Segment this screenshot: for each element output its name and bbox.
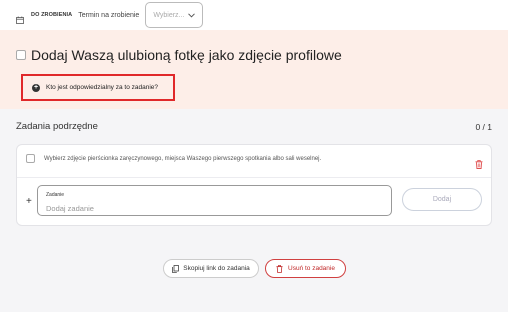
copy-link-button[interactable]: Skopiuj link do zadania xyxy=(163,259,259,278)
plus-circle-icon: + xyxy=(32,83,40,92)
add-subtask-button[interactable]: Dodaj xyxy=(402,188,482,211)
task-title: Dodaj Waszą ulubioną fotkę jako zdjęcie … xyxy=(31,47,342,63)
copy-icon xyxy=(172,264,180,273)
status-label: DO ZROBIENIA xyxy=(31,12,73,18)
subtasks-card: Wybierz zdjęcie pierścionka zaręczynoweg… xyxy=(16,144,492,226)
new-subtask-label: Zadanie xyxy=(46,192,65,198)
delete-task-button[interactable]: Usuń to zadanie xyxy=(265,259,346,278)
delete-task-label: Usuń to zadanie xyxy=(288,265,335,272)
trash-icon[interactable] xyxy=(475,156,483,169)
chevron-down-icon xyxy=(188,11,196,20)
deadline-select[interactable]: Wybierz... xyxy=(145,2,204,28)
new-subtask-input[interactable] xyxy=(46,204,366,213)
task-complete-checkbox[interactable] xyxy=(16,50,26,60)
new-subtask-field[interactable]: Zadanie xyxy=(37,185,392,216)
divider xyxy=(17,177,491,178)
deadline-label: Termin na zrobienie xyxy=(78,11,140,19)
subtask-checkbox[interactable] xyxy=(26,154,35,163)
deadline-select-value: Wybierz... xyxy=(153,11,185,19)
assign-responsible-label: Kto jest odpowiedzialny za to zadanie? xyxy=(46,84,159,91)
trash-icon xyxy=(276,264,283,273)
copy-link-label: Skopiuj link do zadania xyxy=(183,265,250,272)
subtask-text: Wybierz zdjęcie pierścionka zaręczynoweg… xyxy=(44,155,322,162)
calendar-icon xyxy=(16,11,24,24)
plus-icon: + xyxy=(26,196,32,207)
task-title-row: Dodaj Waszą ulubioną fotkę jako zdjęcie … xyxy=(16,47,342,63)
subtasks-heading: Zadania podrzędne xyxy=(16,121,98,132)
subtasks-count: 0 / 1 xyxy=(475,122,492,132)
top-bar: DO ZROBIENIA Termin na zrobienie Wybierz… xyxy=(0,0,508,30)
list-item: Wybierz zdjęcie pierścionka zaręczynoweg… xyxy=(26,154,321,163)
assign-responsible-button[interactable]: + Kto jest odpowiedzialny za to zadanie? xyxy=(21,74,175,101)
